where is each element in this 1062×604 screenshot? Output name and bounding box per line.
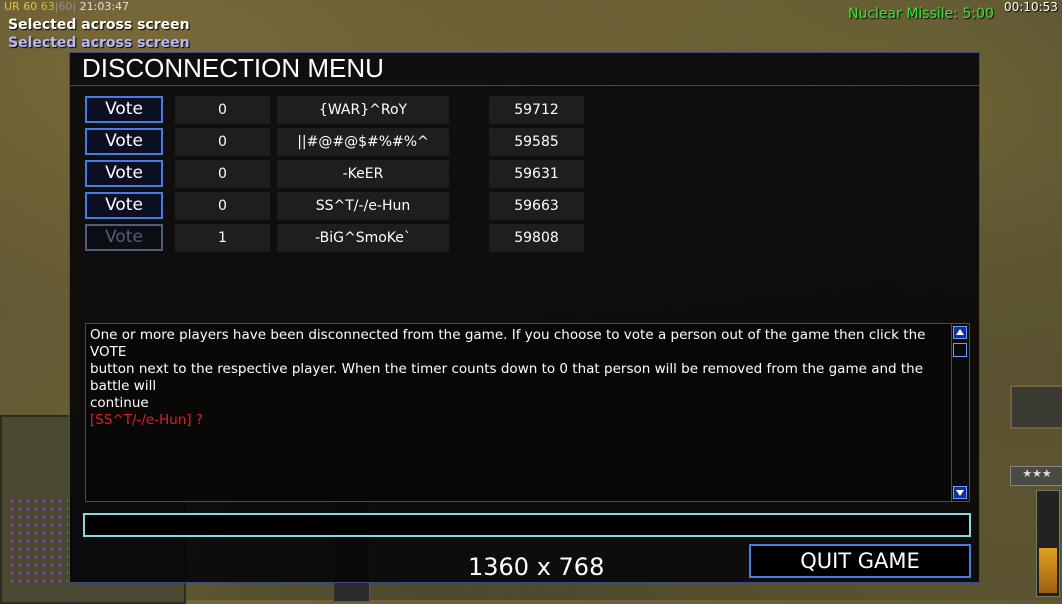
message-line: One or more players have been disconnect… [90,327,926,360]
player-ping: 59585 [489,128,584,156]
vote-button[interactable]: Vote [85,160,163,187]
player-ping: 59712 [489,96,584,124]
minimap-units [8,497,68,587]
quit-game-button[interactable]: QUIT GAME [749,544,971,578]
title-divider [70,85,979,86]
selection-message-1: Selected across screen [8,17,190,33]
player-ping: 59631 [489,160,584,188]
scroll-up-arrow-icon[interactable] [953,326,967,339]
hud-fps-value-1: 60 [23,0,38,13]
vote-button[interactable]: Vote [85,128,163,155]
vote-button[interactable]: Vote [85,96,163,123]
player-name: -BiG^SmoKe` [277,224,449,252]
chat-message: [SS^T/-/e-Hun] ? [90,412,204,428]
message-log[interactable]: One or more players have been disconnect… [85,323,970,502]
message-line: button next to the respective player. Wh… [90,361,924,394]
resolution-label: 1360 x 768 [468,553,605,581]
vote-button[interactable]: Vote [85,192,163,219]
player-ping: 59808 [489,224,584,252]
selection-message-2: Selected across screen [8,35,190,51]
player-ping: 59663 [489,192,584,220]
rank-progress-fill [1039,548,1057,593]
hud-fps-value-2: 63 [40,0,55,13]
vote-button-disabled: Vote [85,224,163,251]
player-votes: 0 [175,192,270,220]
hud-clock: 21:03:47 [79,0,130,13]
message-text: One or more players have been disconnect… [90,327,950,429]
superweapon-timer: Nuclear Missile: 5:00 [848,6,994,22]
disconnection-dialog: DISCONNECTION MENU Vote 0 {WAR}^RoY 5971… [69,52,980,583]
player-votes: 0 [175,96,270,124]
unit-portrait[interactable] [1010,385,1062,429]
dialog-title: DISCONNECTION MENU [82,53,384,83]
player-votes: 0 [175,128,270,156]
hud-fps-readout: UR 60 63|60| 21:03:47 [4,0,130,13]
chat-input[interactable] [83,513,971,537]
player-name: SS^T/-/e-Hun [277,192,449,220]
scroll-thumb[interactable] [953,343,967,357]
message-scrollbar[interactable] [951,324,969,501]
player-name: {WAR}^RoY [277,96,449,124]
hud-fps-value-3: 60 [58,0,73,13]
game-time: 00:10:53 [1004,0,1058,14]
player-name: ||#@#@$#%#%^ [277,128,449,156]
rank-stars: ★★★ [1010,466,1062,486]
hud-ur-label: UR [4,0,20,13]
player-name: -KeER [277,160,449,188]
rank-progress-bar [1036,490,1060,597]
scroll-down-arrow-icon[interactable] [953,486,967,499]
player-votes: 1 [175,224,270,252]
message-line: continue [90,395,149,411]
player-votes: 0 [175,160,270,188]
